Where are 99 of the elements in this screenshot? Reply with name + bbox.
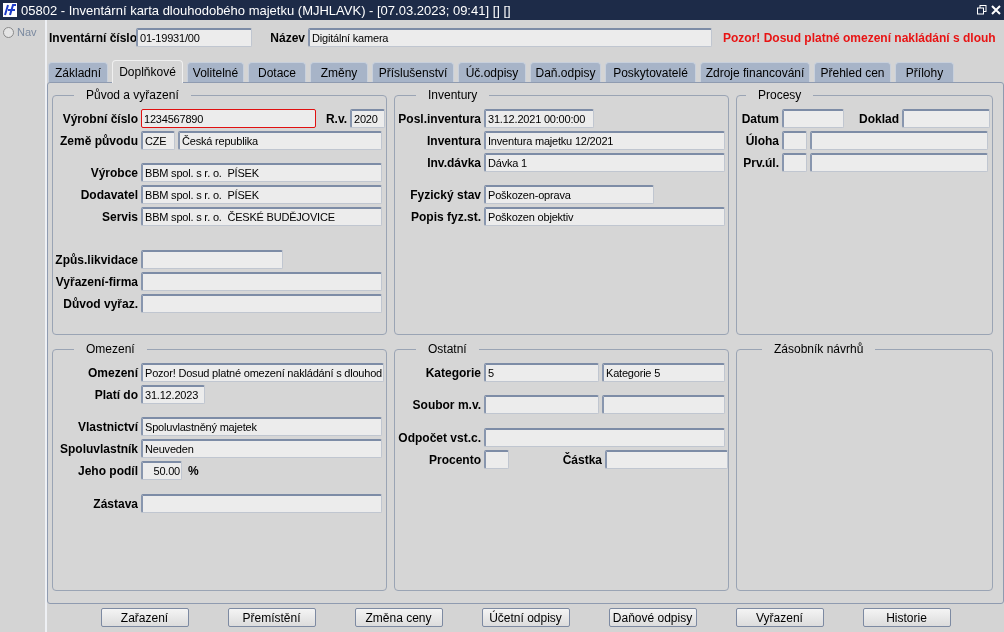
field-label: Úloha [744, 133, 779, 148]
group-title: Ostatní [427, 342, 468, 356]
input-field[interactable]: BBM spol. s r. o. PÍSEK [141, 163, 382, 182]
input-field[interactable] [782, 131, 807, 150]
field-label: Důvod vyřaz. [62, 296, 138, 311]
input-field[interactable] [484, 428, 725, 447]
input-field[interactable] [810, 153, 988, 172]
action-button[interactable]: Změna ceny [354, 608, 443, 627]
field-label: Inv.dávka [426, 155, 481, 170]
input-field[interactable]: Inventura majetku 12/2021 [484, 131, 725, 150]
tab[interactable]: Přehled cen [814, 62, 891, 82]
action-button[interactable]: Zařazení [100, 608, 189, 627]
field-label: Výrobce [89, 165, 138, 180]
app-logo-icon [3, 3, 17, 17]
input-field[interactable]: BBM spol. s r. o. ČESKÉ BUDĚJOVICE [141, 207, 382, 226]
input-field[interactable]: Digitální kamera [308, 28, 712, 47]
input-field[interactable]: 5 [484, 363, 599, 382]
input-field[interactable] [782, 153, 807, 172]
tab[interactable]: Dotace [248, 62, 306, 82]
field-label: Datum [740, 111, 779, 126]
field-label: Částka [561, 452, 602, 467]
field-label: Soubor m.v. [411, 397, 481, 412]
input-field[interactable] [141, 250, 283, 269]
input-field[interactable] [605, 450, 728, 469]
input-field[interactable]: 50.00 [141, 461, 182, 480]
tab[interactable]: Zdroje financování [700, 62, 810, 82]
input-field[interactable]: 01-19931/00 [136, 28, 252, 47]
input-field[interactable] [782, 109, 844, 128]
group-title: Zásobník návrhů [773, 342, 865, 356]
input-field[interactable]: 31.12.2021 00:00:00 [484, 109, 594, 128]
warning-message: Pozor! Dosud platné omezení nakládání s dlouh [723, 30, 996, 45]
input-field[interactable]: BBM spol. s r. o. PÍSEK [141, 185, 382, 204]
field-label: Fyzický stav [409, 187, 481, 202]
field-label: Omezení [87, 365, 138, 380]
field-label: Popis fyz.st. [410, 209, 481, 224]
input-field[interactable] [902, 109, 990, 128]
action-button[interactable]: Účetní odpisy [481, 608, 570, 627]
group-title: Procesy [757, 88, 803, 102]
input-field[interactable]: Pozor! Dosud platné omezení nakládání s dlouhod [141, 363, 384, 382]
field-label: Spoluvlastník [58, 441, 138, 456]
field-label: Zástava [92, 496, 138, 511]
group-title: Omezení [85, 342, 136, 356]
field-label: Doklad [858, 111, 899, 126]
field-label: Výrobní číslo [61, 111, 138, 126]
radio-label: Nav [17, 26, 37, 38]
field-label: R.v. [324, 111, 347, 126]
unit-label: % [187, 463, 199, 478]
input-field[interactable]: Kategorie 5 [602, 363, 725, 382]
field-label: Vyřazení-firma [54, 274, 138, 289]
input-field[interactable]: Spoluvlastněný majetek [141, 417, 382, 436]
input-field[interactable] [484, 450, 509, 469]
field-label: Dodavatel [79, 187, 138, 202]
input-field[interactable]: Poškozen-oprava [484, 185, 654, 204]
field-label: Prv.úl. [742, 155, 779, 170]
field-label: Kategorie [424, 365, 481, 380]
field-label: Posl.inventura [397, 111, 481, 126]
input-field[interactable] [141, 494, 382, 513]
tab[interactable]: Poskytovatelé [605, 62, 696, 82]
field-label: Odpočet vst.c. [397, 430, 481, 445]
input-field[interactable]: Neuveden [141, 439, 382, 458]
tab[interactable]: Daň.odpisy [530, 62, 601, 82]
tab[interactable]: Volitelné [187, 62, 244, 82]
group-title: Inventury [427, 88, 479, 102]
field-label: Název [269, 30, 305, 45]
input-field[interactable] [602, 395, 725, 414]
input-field[interactable]: Česká republika [178, 131, 382, 150]
field-label: Vlastnictví [76, 419, 138, 434]
window-title: 05802 - Inventární karta dlouhodobého majetku (MJHLAVK) - [07.03.2023; 09:41] [] [] [21, 2, 512, 18]
input-field[interactable]: Dávka 1 [484, 153, 725, 172]
field-label: Země původu [59, 133, 138, 148]
action-button[interactable]: Přemístění [227, 608, 316, 627]
field-label: Způs.likvidace [54, 252, 138, 267]
input-field[interactable]: CZE [141, 131, 175, 150]
tab[interactable]: Doplňkové [112, 60, 183, 83]
tab[interactable]: Příslušenství [372, 62, 454, 82]
field-label: Platí do [93, 387, 138, 402]
input-field[interactable]: 1234567890 [141, 109, 316, 128]
action-button[interactable]: Vyřazení [735, 608, 824, 627]
input-field[interactable] [484, 395, 599, 414]
tab[interactable]: Úč.odpisy [458, 62, 526, 82]
field-label: Jeho podíl [77, 463, 138, 478]
tab[interactable]: Základní [48, 62, 108, 82]
input-field[interactable] [810, 131, 988, 150]
tab[interactable]: Přílohy [895, 62, 954, 82]
action-button[interactable]: Daňové odpisy [608, 608, 697, 627]
radio-button[interactable] [3, 27, 14, 38]
input-field[interactable] [141, 272, 382, 291]
input-field[interactable]: 31.12.2023 [141, 385, 205, 404]
input-field[interactable]: 2020 [350, 109, 385, 128]
tab[interactable]: Změny [310, 62, 368, 82]
input-field[interactable] [141, 294, 382, 313]
close-icon[interactable] [991, 5, 1001, 15]
field-label: Inventura [426, 133, 481, 148]
restore-icon[interactable] [977, 5, 987, 15]
field-label: Procento [428, 452, 481, 467]
action-button[interactable]: Historie [862, 608, 951, 627]
group-title: Původ a vyřazení [85, 88, 180, 102]
input-field[interactable]: Poškozen objektiv [484, 207, 725, 226]
field-label: Servis [100, 209, 138, 224]
